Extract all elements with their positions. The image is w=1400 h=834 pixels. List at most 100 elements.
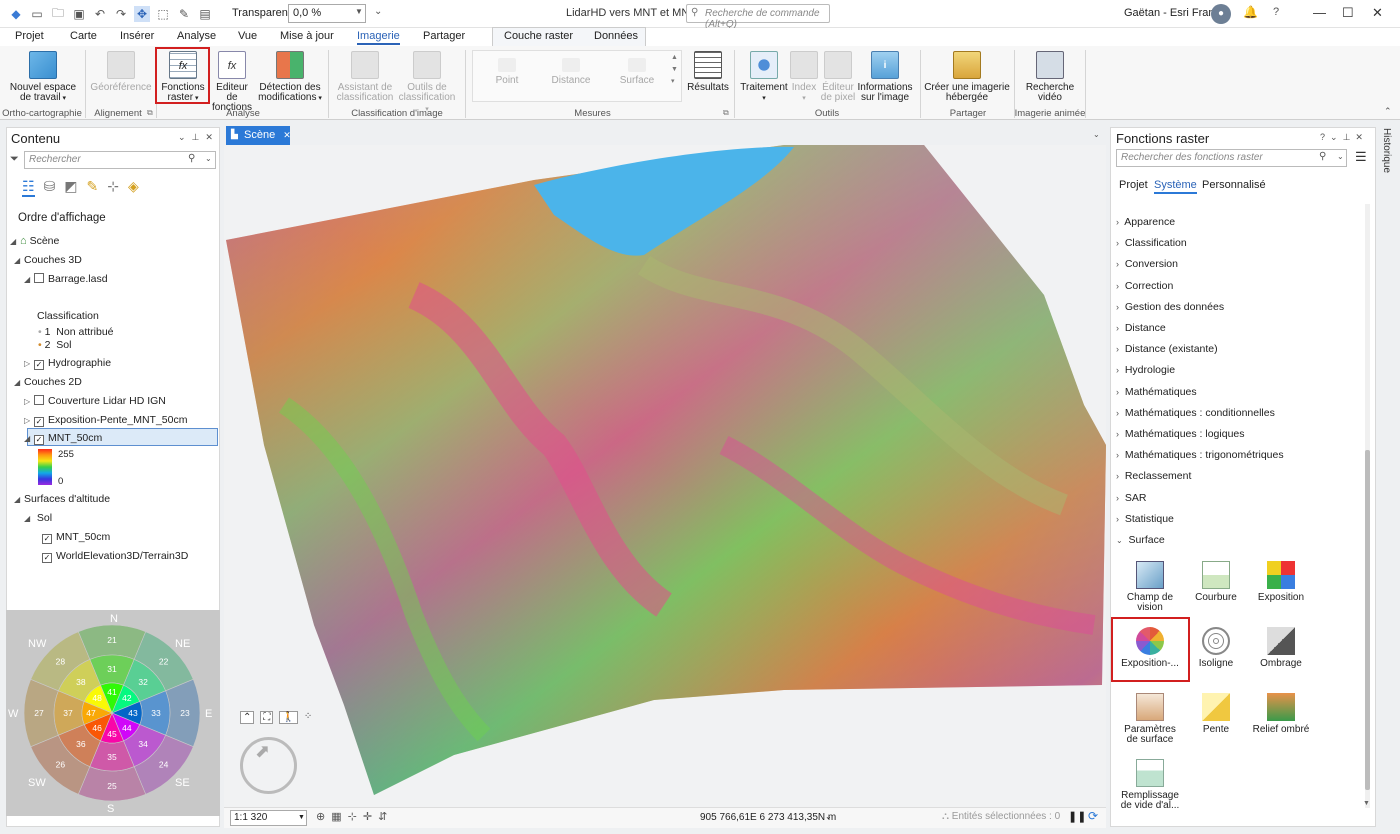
category-surface[interactable]: ⌄ Surface (1116, 534, 1165, 546)
explore-tool-icon[interactable]: ✥ (134, 6, 150, 22)
tab-partager[interactable]: Partager (423, 30, 465, 42)
visibility-checkbox[interactable]: ✓ (34, 360, 44, 370)
chevron-down-icon[interactable]: ⌄ (825, 812, 832, 821)
more-icon[interactable]: ⁘ (304, 711, 312, 724)
classification-tools-button[interactable]: Outils de classification ▾ (396, 51, 458, 115)
close-icon[interactable]: ✕ (205, 132, 219, 142)
open-folder-icon[interactable]: 🗀 (50, 6, 66, 22)
tree-item-scene[interactable]: ◢ ⌂ Scène (10, 235, 59, 247)
grid-icon[interactable]: ▦ (331, 810, 341, 823)
tree-item-couches2d[interactable]: ◢ Couches 2D (14, 376, 82, 388)
category-item[interactable]: › Apparence (1116, 216, 1175, 228)
refresh-icon[interactable]: ⟳ (1088, 809, 1098, 823)
tool-isoligne[interactable]: Isoligne (1184, 627, 1248, 669)
first-person-icon[interactable]: 🚶 (279, 711, 298, 724)
chevron-down-icon[interactable]: ⌄ (1337, 152, 1344, 161)
georeference-button[interactable]: Géoréférence (88, 51, 154, 93)
category-item[interactable]: › Distance (1116, 322, 1166, 334)
search-icon[interactable]: ⚲ (1319, 151, 1326, 162)
tab-mise-a-jour[interactable]: Mise à jour (280, 30, 334, 42)
scrollbar-thumb[interactable] (1365, 450, 1370, 790)
filter-icon[interactable]: ⏷ (10, 153, 19, 166)
visibility-checkbox[interactable] (34, 273, 44, 283)
history-tab[interactable]: Historique (1381, 128, 1392, 173)
tab-rf-personnalise[interactable]: Personnalisé (1202, 179, 1266, 191)
save-icon[interactable]: ▣ (71, 6, 87, 22)
tree-item-hydrographie[interactable]: ▷ ✓ Hydrographie (24, 357, 111, 370)
tree-item-sol[interactable]: ◢ Sol (24, 512, 52, 524)
bookmark-icon[interactable]: ⇵ (378, 810, 387, 823)
chevron-down-icon[interactable]: ⌄ (178, 132, 192, 142)
index-button[interactable]: Index ▾ (788, 51, 820, 104)
tree-item-couverture[interactable]: ▷ Couverture Lidar HD IGN (24, 395, 166, 407)
category-item[interactable]: › Hydrologie (1116, 364, 1175, 376)
create-hosted-imagery-button[interactable]: Créer une imagerie hébergée (924, 51, 1010, 103)
selection-icon[interactable]: ◩ (64, 178, 77, 197)
maximize-button[interactable]: ☐ (1342, 5, 1354, 21)
category-item[interactable]: › Correction (1116, 280, 1173, 292)
drawing-order-icon[interactable]: ☷ (22, 178, 35, 197)
category-item[interactable]: › Mathématiques : trigonométriques (1116, 449, 1284, 461)
labeling-icon[interactable]: ◈ (128, 178, 139, 197)
customize-toolbar-icon[interactable]: ⌄ (374, 6, 382, 17)
tree-item-barrage[interactable]: ◢ Barrage.lasd (24, 273, 108, 285)
pause-icon[interactable]: ❚❚ (1068, 810, 1086, 823)
category-item[interactable]: › Mathématiques : conditionnelles (1116, 407, 1275, 419)
close-icon[interactable]: ✕ (1355, 132, 1368, 142)
snapping-icon[interactable]: ⊹ (348, 810, 357, 823)
image-information-button[interactable]: i Informations sur l'image (856, 51, 914, 103)
tree-item-surface-mnt[interactable]: ✓ MNT_50cm (42, 531, 110, 544)
category-item[interactable]: › Classification (1116, 237, 1187, 249)
tab-imagerie[interactable]: Imagerie (357, 30, 400, 45)
select-tool-icon[interactable]: ⬚ (155, 6, 171, 22)
new-workspace-button[interactable]: Nouvel espace de travail ▾ (6, 51, 80, 104)
classification-wizard-button[interactable]: Assistant de classification (332, 51, 398, 103)
processing-button[interactable]: Traitement ▾ (738, 51, 790, 104)
tool-champ-de-vision[interactable]: Champ de vision (1118, 561, 1182, 613)
annotation-tool-icon[interactable]: ✎ (176, 6, 192, 22)
tool-pente[interactable]: Pente (1184, 693, 1248, 735)
command-search-input[interactable]: Recherche de commande (Alt+Q) (686, 4, 830, 30)
category-item[interactable]: › Distance (existante) (1116, 343, 1218, 355)
layer-icon[interactable]: ▤ (197, 6, 213, 22)
category-item[interactable]: › SAR (1116, 492, 1146, 504)
collapse-ribbon-icon[interactable]: ⌃ (1384, 106, 1392, 117)
tree-item-exposition-pente[interactable]: ▷ ✓ Exposition-Pente_MNT_50cm (24, 414, 187, 427)
chevron-up-icon[interactable]: ⌃ (240, 711, 255, 724)
menu-icon[interactable]: ☰ (1355, 149, 1367, 165)
search-icon[interactable]: ⚲ (188, 153, 195, 164)
undo-icon[interactable]: ↶ (92, 6, 108, 22)
function-editor-button[interactable]: fx Editeur de fonctions (210, 51, 254, 113)
crosshair-icon[interactable]: ✛ (363, 810, 372, 823)
tree-item-surfaces[interactable]: ◢ Surfaces d'altitude (14, 493, 110, 505)
category-item[interactable]: › Mathématiques (1116, 386, 1197, 398)
tree-item-world-elevation[interactable]: ✓ WorldElevation3D/Terrain3D (42, 550, 188, 563)
scale-field[interactable]: 1:1 320 (230, 810, 307, 826)
close-button[interactable]: ✕ (1372, 5, 1383, 21)
tab-couche-raster[interactable]: Couche raster (504, 30, 573, 42)
dialog-launcher-icon[interactable]: ⧉ (147, 108, 153, 118)
category-item[interactable]: › Statistique (1116, 513, 1174, 525)
chevron-down-icon[interactable]: ⌄ (205, 154, 212, 163)
gallery-scroll-icon[interactable]: ▲ ▼ ▾ (671, 52, 678, 88)
tab-rf-systeme[interactable]: Système (1154, 179, 1197, 194)
tool-relief-ombre[interactable]: Relief ombré (1249, 693, 1313, 735)
pin-icon[interactable]: ⊥ (192, 132, 206, 142)
new-project-icon[interactable]: ▭ (29, 6, 45, 22)
redo-icon[interactable]: ↷ (113, 6, 129, 22)
data-source-icon[interactable]: ⛁ (44, 178, 56, 197)
tool-parametres-surface[interactable]: Paramètres de surface (1118, 693, 1182, 745)
tree-item-mnt[interactable]: ◢ ✓ MNT_50cm (24, 432, 102, 445)
chevron-down-icon[interactable]: ⌄ (1330, 132, 1343, 142)
editing-icon[interactable]: ✎ (87, 178, 99, 197)
chevron-down-icon[interactable]: ⌄ (1093, 130, 1100, 139)
raster-functions-search-input[interactable]: Rechercher des fonctions raster (1116, 149, 1347, 167)
tab-inserer[interactable]: Insérer (120, 30, 154, 42)
tool-remplissage[interactable]: Remplissage de vide d'al... (1118, 759, 1182, 811)
help-icon[interactable]: ? (1273, 6, 1279, 18)
pin-icon[interactable]: ⊥ (1343, 132, 1356, 142)
visibility-checkbox[interactable] (34, 395, 44, 405)
visibility-checkbox[interactable]: ✓ (34, 417, 44, 427)
category-item[interactable]: › Reclassement (1116, 470, 1191, 482)
tree-item-couches3d[interactable]: ◢ Couches 3D (14, 254, 82, 266)
